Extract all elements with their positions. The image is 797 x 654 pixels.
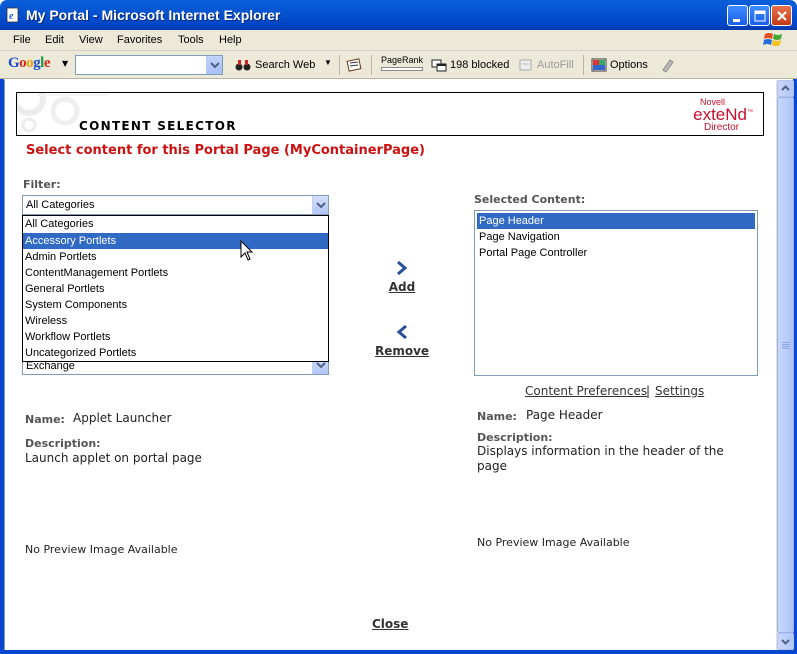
- scrollbar-thumb[interactable]: [777, 97, 794, 633]
- add-label: Add: [388, 280, 416, 294]
- mouse-pointer-icon: [240, 240, 254, 261]
- chevron-down-icon[interactable]: [206, 56, 222, 74]
- page-heading: Select content for this Portal Page (MyC…: [26, 143, 425, 158]
- toolbar-divider: [583, 55, 584, 75]
- chevron-right-icon: [397, 260, 408, 276]
- window-titlebar[interactable]: e My Portal - Microsoft Internet Explore…: [0, 0, 797, 30]
- google-logo[interactable]: Google: [8, 55, 51, 72]
- ie-page-icon: e: [5, 7, 21, 23]
- banner-title: CONTENT SELECTOR: [79, 119, 237, 133]
- maximize-button[interactable]: [749, 5, 770, 26]
- right-description-line: Displays information in the header of th…: [477, 444, 724, 458]
- filter-option[interactable]: All Categories: [23, 216, 328, 232]
- filter-option[interactable]: ContentManagement Portlets: [23, 265, 328, 281]
- filter-option[interactable]: Uncategorized Portlets: [23, 345, 328, 361]
- autofill-button: AutoFill: [537, 59, 574, 71]
- close-button[interactable]: Close: [372, 617, 408, 631]
- pagerank-label: PageRank: [381, 55, 424, 65]
- pagerank-bar: [381, 67, 423, 71]
- menu-edit[interactable]: Edit: [45, 34, 64, 46]
- left-name-value: Applet Launcher: [73, 411, 172, 425]
- selected-content-item-highlighted[interactable]: Page Header: [477, 213, 755, 229]
- filter-select[interactable]: All Categories: [22, 195, 329, 215]
- selected-content-label: Selected Content:: [474, 193, 586, 206]
- filter-option[interactable]: Admin Portlets: [23, 249, 328, 265]
- vertical-scrollbar[interactable]: [776, 80, 794, 650]
- director-logo: Director: [703, 122, 739, 133]
- right-name-label: Name:: [477, 410, 517, 423]
- options-button[interactable]: Options: [610, 59, 648, 71]
- scroll-up-button[interactable]: [777, 80, 794, 97]
- google-search-input[interactable]: [75, 55, 223, 75]
- scroll-down-button[interactable]: [777, 633, 794, 650]
- menu-file[interactable]: File: [13, 34, 31, 46]
- chevron-down-icon[interactable]: ▼: [324, 58, 332, 67]
- chevron-down-icon[interactable]: ▼: [62, 59, 68, 68]
- filter-option[interactable]: General Portlets: [23, 281, 328, 297]
- settings-link[interactable]: Settings: [655, 384, 704, 398]
- filter-label: Filter:: [23, 178, 61, 191]
- window-title: My Portal - Microsoft Internet Explorer: [26, 7, 281, 23]
- right-description-line: page: [477, 459, 507, 473]
- add-button[interactable]: Add: [380, 260, 424, 294]
- popup-blocker-icon[interactable]: [431, 57, 447, 73]
- menu-view[interactable]: View: [79, 34, 103, 46]
- selected-content-list[interactable]: Page Header Page Navigation Portal Page …: [474, 210, 758, 376]
- search-web-button[interactable]: Search Web: [255, 59, 315, 71]
- left-name-label: Name:: [25, 413, 65, 426]
- left-description-value: Launch applet on portal page: [25, 451, 202, 465]
- chevron-down-icon[interactable]: [312, 196, 328, 214]
- google-toolbar: Google ▼ Search Web ▼ PageRank 198 block…: [0, 51, 797, 79]
- selected-content-item[interactable]: Portal Page Controller: [477, 245, 755, 261]
- remove-button[interactable]: Remove: [372, 324, 432, 358]
- filter-option[interactable]: System Components: [23, 297, 328, 313]
- filter-dropdown-list[interactable]: All Categories Accessory Portlets Admin …: [22, 215, 329, 362]
- right-preview-text: No Preview Image Available: [477, 536, 630, 549]
- highlighter-icon[interactable]: [659, 57, 675, 73]
- toolbar-divider: [339, 55, 340, 75]
- close-window-button[interactable]: [771, 5, 792, 26]
- svg-text:e: e: [9, 11, 14, 22]
- toolbar-divider: [371, 55, 372, 75]
- content-preferences-link[interactable]: Content Preferences: [525, 384, 647, 398]
- filter-option[interactable]: Workflow Portlets: [23, 329, 328, 345]
- filter-option[interactable]: Wireless: [23, 313, 328, 329]
- windows-logo-icon: [761, 30, 787, 50]
- filter-option-highlighted[interactable]: Accessory Portlets: [23, 233, 328, 249]
- selected-content-item[interactable]: Page Navigation: [477, 229, 755, 245]
- popups-blocked-count[interactable]: 198 blocked: [450, 59, 509, 71]
- window-border-bottom: [0, 650, 797, 654]
- binoculars-icon[interactable]: [235, 57, 251, 73]
- menu-bar: File Edit View Favorites Tools Help: [0, 30, 797, 51]
- right-description-label: Description:: [477, 431, 553, 444]
- menu-favorites[interactable]: Favorites: [117, 34, 162, 46]
- autofill-icon: [518, 57, 534, 73]
- options-icon[interactable]: [591, 57, 607, 73]
- chevron-left-icon: [396, 324, 407, 340]
- content-selector-banner: CONTENT SELECTOR Novell exteNd™ Director: [16, 92, 764, 136]
- filter-selected-value: All Categories: [26, 199, 95, 211]
- left-preview-text: No Preview Image Available: [25, 543, 178, 556]
- remove-label: Remove: [374, 344, 430, 358]
- left-description-label: Description:: [25, 437, 101, 450]
- minimize-button[interactable]: [727, 5, 748, 26]
- menu-tools[interactable]: Tools: [178, 34, 204, 46]
- right-name-value: Page Header: [526, 408, 603, 422]
- link-separator: |: [646, 384, 651, 398]
- news-icon[interactable]: [346, 57, 362, 73]
- menu-help[interactable]: Help: [219, 34, 242, 46]
